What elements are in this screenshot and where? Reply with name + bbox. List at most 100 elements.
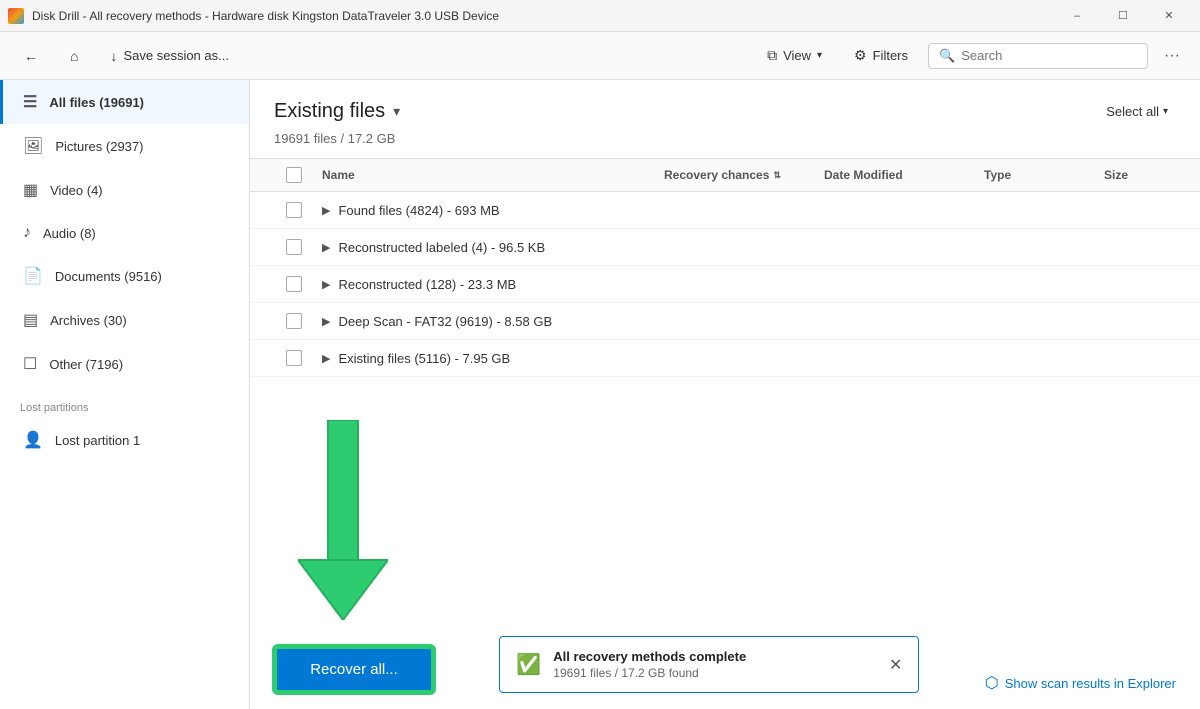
- notification-close-button[interactable]: ✕: [889, 655, 902, 675]
- sidebar-item-label: Lost partition 1: [55, 433, 140, 448]
- back-button[interactable]: ←: [12, 42, 50, 70]
- row-type-cell: [976, 303, 1096, 339]
- row-expand-icon[interactable]: ▶: [322, 241, 330, 254]
- filters-label: Filters: [873, 48, 908, 63]
- row-name-cell: ▶ Reconstructed (128) - 23.3 MB: [314, 266, 656, 302]
- show-scan-results-button[interactable]: ⬡ Show scan results in Explorer: [985, 673, 1176, 693]
- row-name-cell: ▶ Found files (4824) - 693 MB: [314, 192, 656, 228]
- view-icon: ⧉: [767, 47, 777, 64]
- row-checkbox[interactable]: [286, 239, 302, 255]
- content-header: Existing files ▾ Select all ▾ 19691 file…: [250, 80, 1200, 146]
- content-title-row: Existing files ▾ Select all ▾: [274, 100, 1176, 123]
- sidebar-item-label: Video (4): [50, 183, 103, 198]
- row-checkbox[interactable]: [286, 350, 302, 366]
- save-session-button[interactable]: ↓ Save session as...: [98, 42, 241, 70]
- sidebar-item-label: All files (19691): [49, 95, 144, 110]
- table-header: Name Recovery chances ⇅ Date Modified Ty…: [250, 158, 1200, 192]
- row-date-cell: [816, 192, 976, 228]
- more-options-button[interactable]: ···: [1156, 40, 1188, 72]
- recover-all-button[interactable]: Recover all...: [274, 646, 434, 693]
- row-size-cell: [1096, 303, 1176, 339]
- other-icon: ☐: [23, 354, 37, 374]
- row-recovery-cell: [656, 340, 816, 376]
- view-label: View: [783, 48, 811, 63]
- sidebar-item-audio[interactable]: ♪ Audio (8): [0, 212, 249, 254]
- close-button[interactable]: ✕: [1146, 0, 1192, 32]
- sidebar-item-all-files[interactable]: ☰ All files (19691): [0, 80, 249, 124]
- video-icon: ▦: [23, 180, 38, 200]
- sidebar-item-label: Other (7196): [49, 357, 123, 372]
- toolbar: ← ⌂ ↓ Save session as... ⧉ View ▾ ⚙ Filt…: [0, 32, 1200, 80]
- notification-title: All recovery methods complete: [553, 649, 877, 664]
- filters-button[interactable]: ⚙ Filters: [842, 41, 920, 70]
- minimize-button[interactable]: –: [1054, 0, 1100, 32]
- save-session-label: Save session as...: [123, 48, 229, 63]
- row-name-cell: ▶ Reconstructed labeled (4) - 96.5 KB: [314, 229, 656, 265]
- sidebar-item-archives[interactable]: ▤ Archives (30): [0, 298, 249, 342]
- sort-icon[interactable]: ⇅: [773, 170, 781, 181]
- titlebar: Disk Drill - All recovery methods - Hard…: [0, 0, 1200, 32]
- content-title: Existing files ▾: [274, 100, 400, 123]
- sidebar-item-pictures[interactable]: 🖼 Pictures (2937): [0, 124, 249, 168]
- row-expand-icon[interactable]: ▶: [322, 315, 330, 328]
- row-size-cell: [1096, 266, 1176, 302]
- table-row[interactable]: ▶ Deep Scan - FAT32 (9619) - 8.58 GB: [250, 303, 1200, 340]
- row-name: Found files (4824) - 693 MB: [338, 203, 499, 218]
- view-button[interactable]: ⧉ View ▾: [755, 41, 834, 70]
- row-date-cell: [816, 229, 976, 265]
- select-all-chevron-icon: ▾: [1163, 106, 1168, 117]
- titlebar-title: Disk Drill - All recovery methods - Hard…: [32, 9, 1054, 23]
- header-checkbox[interactable]: [286, 167, 302, 183]
- sidebar: ☰ All files (19691) 🖼 Pictures (2937) ▦ …: [0, 80, 250, 709]
- row-expand-icon[interactable]: ▶: [322, 204, 330, 217]
- row-size-cell: [1096, 340, 1176, 376]
- select-all-button[interactable]: Select all ▾: [1098, 100, 1176, 123]
- disk-drill-icon: [8, 8, 24, 24]
- row-date-cell: [816, 340, 976, 376]
- row-name-cell: ▶ Existing files (5116) - 7.95 GB: [314, 340, 656, 376]
- search-icon: 🔍: [939, 48, 955, 64]
- sidebar-item-label: Documents (9516): [55, 269, 162, 284]
- notification-content: All recovery methods complete 19691 file…: [553, 649, 877, 680]
- table-row[interactable]: ▶ Found files (4824) - 693 MB: [250, 192, 1200, 229]
- row-expand-icon[interactable]: ▶: [322, 352, 330, 365]
- table-row[interactable]: ▶ Reconstructed (128) - 23.3 MB: [250, 266, 1200, 303]
- search-box: 🔍: [928, 43, 1148, 69]
- bottom-bar: Recover all... ✅ All recovery methods co…: [250, 589, 1200, 709]
- sidebar-item-label: Archives (30): [50, 313, 127, 328]
- view-chevron-icon: ▾: [817, 50, 822, 61]
- row-recovery-cell: [656, 303, 816, 339]
- maximize-button[interactable]: ☐: [1100, 0, 1146, 32]
- notification-subtitle: 19691 files / 17.2 GB found: [553, 666, 877, 680]
- sidebar-item-other[interactable]: ☐ Other (7196): [0, 342, 249, 386]
- sidebar-item-label: Audio (8): [43, 226, 96, 241]
- filters-icon: ⚙: [854, 47, 867, 64]
- row-checkbox-cell: [274, 192, 314, 228]
- content-area: Existing files ▾ Select all ▾ 19691 file…: [250, 80, 1200, 709]
- search-input[interactable]: [961, 48, 1137, 63]
- sidebar-item-video[interactable]: ▦ Video (4): [0, 168, 249, 212]
- row-expand-icon[interactable]: ▶: [322, 278, 330, 291]
- row-type-cell: [976, 192, 1096, 228]
- row-checkbox[interactable]: [286, 313, 302, 329]
- sidebar-item-lost-partition-1[interactable]: 👤 Lost partition 1: [0, 418, 249, 462]
- row-type-cell: [976, 266, 1096, 302]
- select-all-label: Select all: [1106, 104, 1159, 119]
- table-row[interactable]: ▶ Reconstructed labeled (4) - 96.5 KB: [250, 229, 1200, 266]
- title-chevron-icon[interactable]: ▾: [393, 103, 400, 120]
- row-date-cell: [816, 303, 976, 339]
- row-checkbox-cell: [274, 229, 314, 265]
- row-checkbox[interactable]: [286, 202, 302, 218]
- table-row[interactable]: ▶ Existing files (5116) - 7.95 GB: [250, 340, 1200, 377]
- row-name: Reconstructed labeled (4) - 96.5 KB: [338, 240, 545, 255]
- back-icon: ←: [24, 48, 38, 64]
- home-button[interactable]: ⌂: [58, 42, 90, 70]
- main-container: ☰ All files (19691) 🖼 Pictures (2937) ▦ …: [0, 80, 1200, 709]
- save-icon: ↓: [110, 48, 117, 64]
- archives-icon: ▤: [23, 310, 38, 330]
- row-size-cell: [1096, 229, 1176, 265]
- sidebar-item-documents[interactable]: 📄 Documents (9516): [0, 254, 249, 298]
- row-checkbox[interactable]: [286, 276, 302, 292]
- row-date-cell: [816, 266, 976, 302]
- row-name: Deep Scan - FAT32 (9619) - 8.58 GB: [338, 314, 552, 329]
